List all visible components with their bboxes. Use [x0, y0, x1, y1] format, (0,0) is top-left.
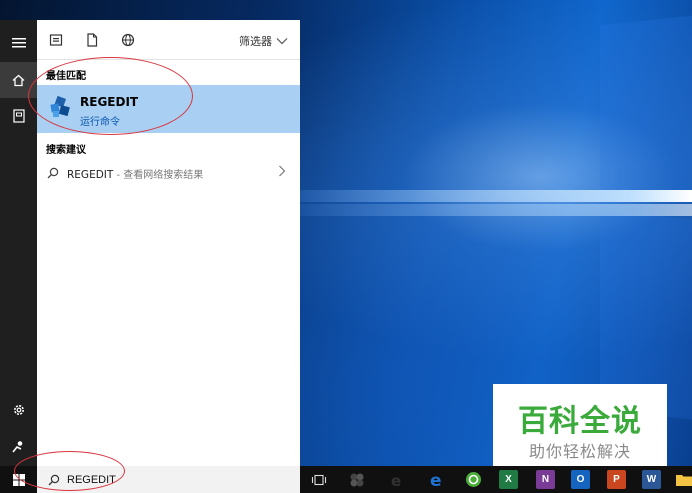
search-results-panel: 筛选器 最佳匹配 REGEDIT 运行命令 搜索建议 REGEDIT - 查看网… [37, 20, 300, 466]
best-match-title: REGEDIT [80, 95, 139, 109]
edge-browser-button[interactable]: e [427, 470, 446, 489]
chevron-down-icon [276, 38, 288, 45]
search-input[interactable] [67, 471, 287, 489]
outlook-button[interactable]: O [571, 470, 590, 489]
suggestion-item[interactable]: REGEDIT - 查看网络搜索结果 [37, 160, 300, 186]
file-explorer-button[interactable] [675, 470, 692, 489]
word-button[interactable]: W [642, 470, 661, 489]
folder-icon [675, 475, 692, 486]
wallpaper-light-beam-bottom [300, 204, 692, 216]
ie-icon: e [391, 472, 401, 488]
suggestion-text: REGEDIT - 查看网络搜索结果 [67, 166, 203, 181]
suggestion-hint: - 查看网络搜索结果 [113, 170, 204, 181]
outlook-icon: O [576, 474, 585, 485]
word-icon: W [646, 474, 657, 485]
watermark-main-text: 百科全说 [518, 404, 642, 439]
search-scope-bar: 筛选器 [37, 20, 300, 60]
best-match-subtitle: 运行命令 [80, 117, 120, 128]
search-icon [48, 474, 60, 486]
windows-logo-icon [12, 473, 25, 486]
hamburger-icon [11, 38, 26, 48]
start-left-rail [0, 20, 37, 466]
notebook-button[interactable] [0, 98, 37, 134]
svg-text:e: e [430, 471, 442, 489]
home-icon [12, 74, 25, 86]
svg-text:e: e [391, 472, 401, 488]
suggestion-term: REGEDIT [67, 169, 114, 181]
excel-button[interactable]: X [499, 470, 518, 489]
web-scope-icon[interactable] [120, 32, 136, 48]
start-button[interactable] [0, 466, 37, 493]
regedit-app-icon [50, 95, 70, 117]
hamburger-menu-button[interactable] [0, 25, 37, 61]
wallpaper-window-pane-top [600, 14, 692, 206]
document-scope-icon[interactable] [84, 32, 100, 48]
settings-button[interactable] [0, 392, 37, 428]
filter-dropdown[interactable]: 筛选器 [239, 33, 288, 49]
powerpoint-button[interactable]: P [607, 470, 626, 489]
taskbar: e e X N O P W [0, 466, 692, 493]
task-view-button[interactable] [309, 470, 328, 489]
feedback-icon [12, 440, 23, 452]
edge-icon: e [430, 471, 442, 489]
360-browser-button[interactable] [464, 470, 483, 489]
search-suggestions-heading: 搜索建议 [46, 145, 86, 156]
powerpoint-icon: P [613, 474, 620, 485]
search-icon [47, 167, 59, 179]
home-button[interactable] [0, 62, 37, 98]
feedback-button[interactable] [0, 428, 37, 464]
excel-icon: X [505, 474, 512, 485]
best-match-result[interactable]: REGEDIT 运行命令 [37, 85, 300, 133]
store-icon [350, 473, 363, 486]
onenote-button[interactable]: N [536, 470, 555, 489]
gear-icon [13, 405, 24, 415]
task-view-icon [311, 474, 326, 485]
apps-scope-icon[interactable] [48, 32, 64, 48]
wallpaper-light-beam-top [300, 190, 692, 202]
best-match-heading: 最佳匹配 [46, 71, 86, 82]
chevron-right-icon[interactable] [278, 165, 286, 180]
360-browser-icon [466, 472, 481, 487]
taskbar-search-box[interactable] [37, 466, 300, 493]
onenote-icon: N [541, 474, 550, 485]
watermark-logo: 百科全说 助你轻松解决 [493, 384, 667, 466]
filter-label: 筛选器 [239, 35, 272, 48]
store-button[interactable] [347, 470, 366, 489]
notebook-icon [12, 109, 25, 123]
watermark-sub-text: 助你轻松解决 [528, 442, 631, 461]
edge-legacy-button[interactable]: e [387, 470, 406, 489]
